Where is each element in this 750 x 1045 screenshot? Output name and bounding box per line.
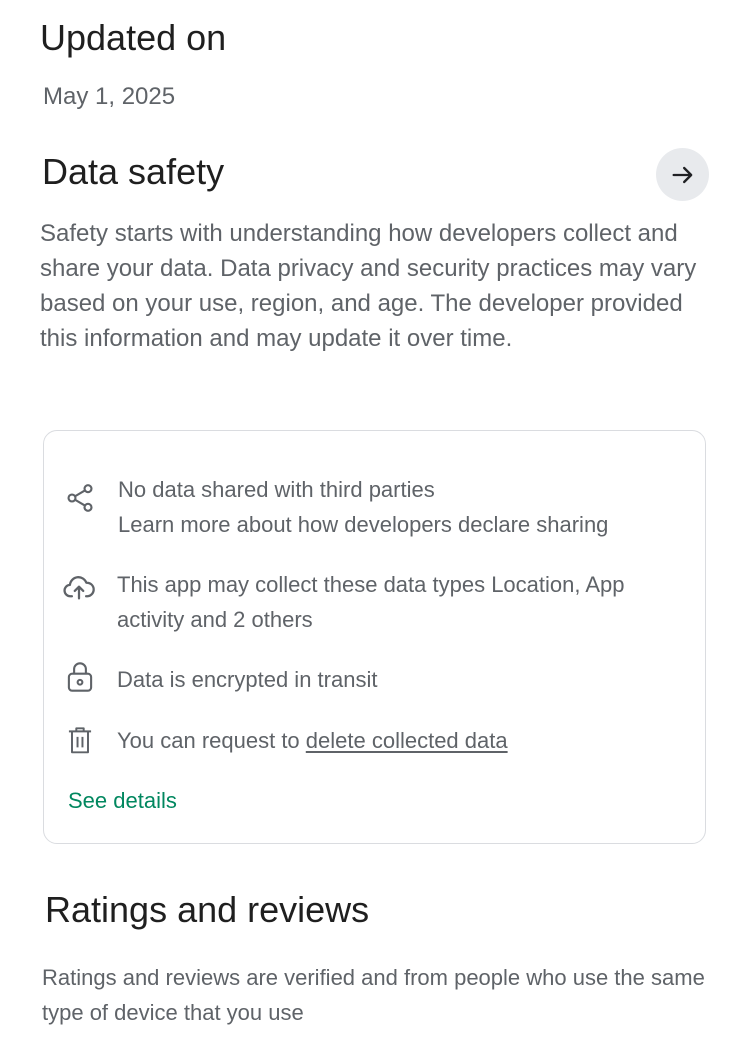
see-details-link[interactable]: See details: [68, 783, 177, 818]
deletion-row: You can request to delete collected data: [117, 723, 508, 758]
encryption-text: Data is encrypted in transit: [117, 667, 378, 692]
collection-text-line1: This app may collect these data types Lo…: [117, 572, 625, 597]
updated-on-heading: Updated on: [40, 17, 227, 58]
collection-text-line2: activity and 2 others: [117, 607, 313, 632]
deletion-prefix: You can request to: [117, 728, 306, 753]
lock-icon: [63, 660, 97, 694]
cloud-upload-icon: [62, 570, 96, 604]
app-details-page: Updated on May 1, 2025 Data safety Safet…: [0, 0, 750, 1045]
data-safety-heading: Data safety: [42, 151, 225, 192]
data-safety-description: Safety starts with understanding how dev…: [40, 220, 697, 352]
ratings-description: Ratings and reviews are verified and fro…: [42, 965, 705, 1025]
delete-collected-data-link[interactable]: delete collected data: [306, 728, 508, 753]
updated-date: May 1, 2025: [43, 83, 176, 110]
share-icon: [63, 481, 97, 515]
data-safety-arrow-button[interactable]: [656, 148, 709, 201]
sharing-learn-more[interactable]: Learn more about how developers declare …: [118, 507, 608, 542]
trash-icon: [63, 723, 97, 757]
ratings-heading: Ratings and reviews: [45, 889, 370, 930]
sharing-text: No data shared with third parties: [118, 477, 435, 502]
arrow-right-icon: [672, 166, 692, 183]
